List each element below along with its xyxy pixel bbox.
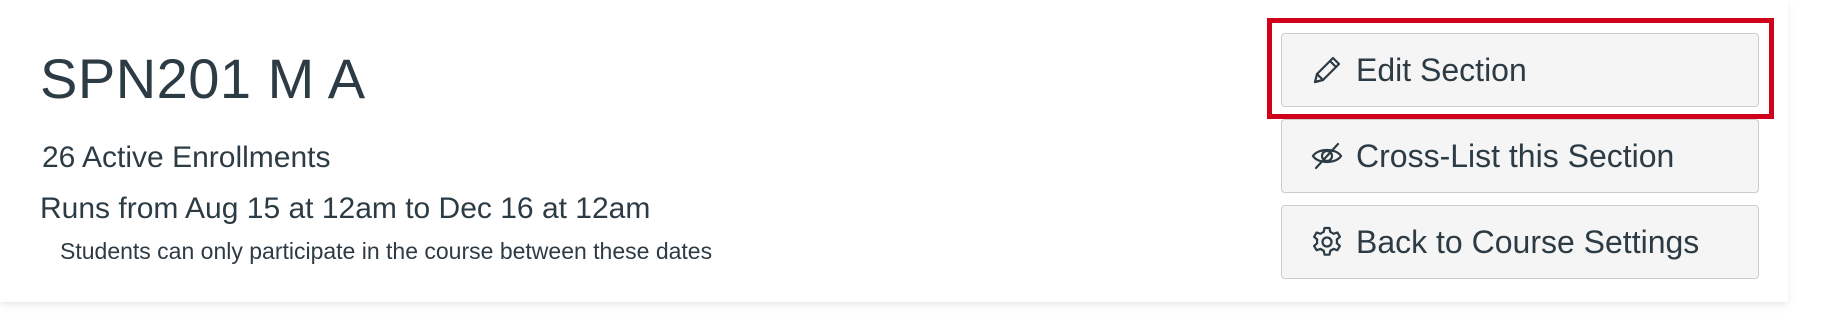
back-to-course-settings-button[interactable]: Back to Course Settings [1281, 205, 1759, 279]
cross-list-section-button[interactable]: Cross-List this Section [1281, 119, 1759, 193]
enrollment-count: 26 Active Enrollments [42, 141, 331, 174]
date-restriction-note: Students can only participate in the cou… [60, 238, 713, 264]
cross-list-label: Cross-List this Section [1356, 137, 1675, 174]
page-title: SPN201 M A [40, 47, 366, 110]
eye-slash-icon [1310, 139, 1344, 173]
section-panel: SPN201 M A 26 Active Enrollments Runs fr… [0, 0, 1788, 302]
back-to-settings-label: Back to Course Settings [1356, 223, 1700, 260]
pencil-icon [1310, 53, 1344, 87]
edit-section-label: Edit Section [1356, 51, 1527, 88]
run-dates: Runs from Aug 15 at 12am to Dec 16 at 12… [40, 192, 651, 225]
edit-section-button[interactable]: Edit Section [1281, 33, 1759, 107]
gear-icon [1310, 225, 1344, 259]
